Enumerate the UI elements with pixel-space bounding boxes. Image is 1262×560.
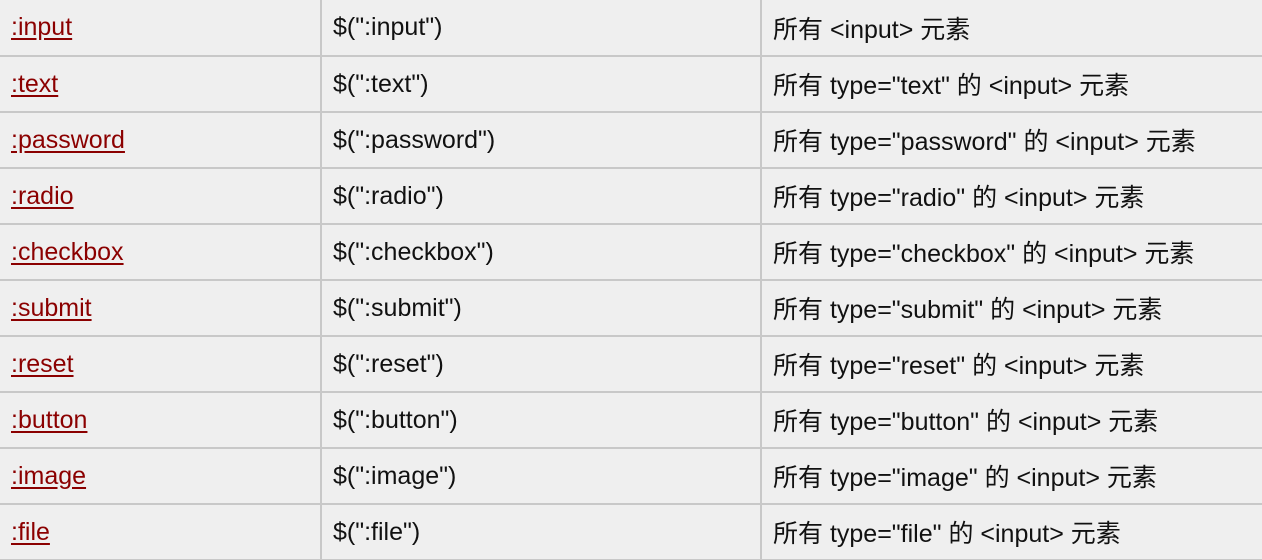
table-row: :input $(":input") 所有 <input> 元素 — [0, 0, 1262, 57]
selector-table: :input $(":input") 所有 <input> 元素 :text $… — [0, 0, 1262, 560]
selector-cell: :submit — [0, 279, 322, 337]
selector-cell: :button — [0, 391, 322, 449]
table-row: :radio $(":radio") 所有 type="radio" 的 <in… — [0, 167, 1262, 225]
selector-link[interactable]: :password — [11, 126, 125, 154]
description-cell: 所有 type="reset" 的 <input> 元素 — [761, 335, 1262, 393]
selector-link[interactable]: :image — [11, 462, 86, 490]
selector-cell: :reset — [0, 335, 322, 393]
example-cell: $(":password") — [321, 111, 762, 169]
description-cell: 所有 type="checkbox" 的 <input> 元素 — [761, 223, 1262, 281]
selector-cell: :input — [0, 0, 322, 57]
description-cell: 所有 type="radio" 的 <input> 元素 — [761, 167, 1262, 225]
description-cell: 所有 type="submit" 的 <input> 元素 — [761, 279, 1262, 337]
selector-link[interactable]: :input — [11, 13, 72, 41]
selector-link[interactable]: :file — [11, 518, 50, 546]
description-cell: 所有 <input> 元素 — [761, 0, 1262, 57]
selector-cell: :image — [0, 447, 322, 505]
example-cell: $(":image") — [321, 447, 762, 505]
example-cell: $(":submit") — [321, 279, 762, 337]
table-row: :text $(":text") 所有 type="text" 的 <input… — [0, 55, 1262, 113]
example-cell: $(":checkbox") — [321, 223, 762, 281]
table-row: :image $(":image") 所有 type="image" 的 <in… — [0, 447, 1262, 505]
example-cell: $(":file") — [321, 503, 762, 560]
example-cell: $(":text") — [321, 55, 762, 113]
table-row: :checkbox $(":checkbox") 所有 type="checkb… — [0, 223, 1262, 281]
description-cell: 所有 type="image" 的 <input> 元素 — [761, 447, 1262, 505]
selector-link[interactable]: :button — [11, 406, 87, 434]
selector-link[interactable]: :text — [11, 70, 58, 98]
description-cell: 所有 type="file" 的 <input> 元素 — [761, 503, 1262, 560]
selector-link[interactable]: :submit — [11, 294, 92, 322]
table-row: :file $(":file") 所有 type="file" 的 <input… — [0, 503, 1262, 560]
selector-cell: :checkbox — [0, 223, 322, 281]
table-row: :reset $(":reset") 所有 type="reset" 的 <in… — [0, 335, 1262, 393]
table-row: :submit $(":submit") 所有 type="submit" 的 … — [0, 279, 1262, 337]
table-row: :button $(":button") 所有 type="button" 的 … — [0, 391, 1262, 449]
selector-link[interactable]: :reset — [11, 350, 74, 378]
example-cell: $(":reset") — [321, 335, 762, 393]
example-cell: $(":radio") — [321, 167, 762, 225]
description-cell: 所有 type="button" 的 <input> 元素 — [761, 391, 1262, 449]
selector-cell: :text — [0, 55, 322, 113]
selector-link[interactable]: :radio — [11, 182, 74, 210]
selector-link[interactable]: :checkbox — [11, 238, 124, 266]
description-cell: 所有 type="password" 的 <input> 元素 — [761, 111, 1262, 169]
table-row: :password $(":password") 所有 type="passwo… — [0, 111, 1262, 169]
selector-cell: :file — [0, 503, 322, 560]
example-cell: $(":input") — [321, 0, 762, 57]
description-cell: 所有 type="text" 的 <input> 元素 — [761, 55, 1262, 113]
selector-cell: :password — [0, 111, 322, 169]
selector-cell: :radio — [0, 167, 322, 225]
example-cell: $(":button") — [321, 391, 762, 449]
